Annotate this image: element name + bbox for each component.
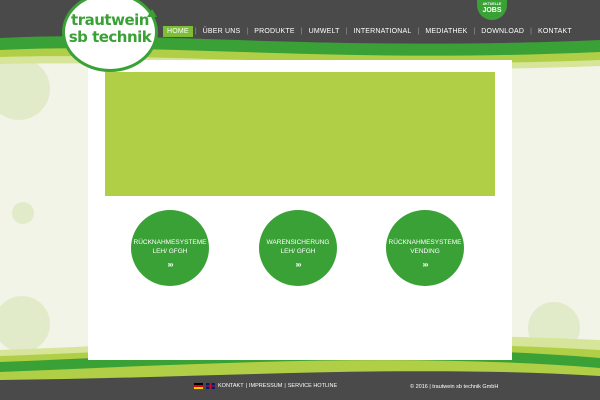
- nav-item-produkte[interactable]: PRODUKTE: [250, 26, 299, 37]
- footer-link-service-hotline[interactable]: SERVICE HOTLINE: [288, 383, 337, 389]
- jobs-badge-label: JOBS: [482, 6, 502, 14]
- german-flag-icon[interactable]: [194, 383, 203, 389]
- tile-title: RÜCKNAHMESYSTEME: [133, 239, 207, 246]
- tile-subtitle: LEH/ GFGH: [152, 248, 188, 255]
- logo-arrow-icon: [147, 9, 157, 17]
- tile-warensicherung[interactable]: WARENSICHERUNG LEH/ GFGH ›››: [259, 210, 337, 286]
- tile-title: WARENSICHERUNG: [266, 239, 330, 246]
- nav-item-download[interactable]: DOWNLOAD: [477, 26, 528, 37]
- tile-ruecknahmesysteme-vending[interactable]: RÜCKNAHMESYSTEME VENDING ›››: [386, 210, 464, 286]
- arrows-icon: ›››: [422, 260, 429, 269]
- tile-subtitle: VENDING: [410, 248, 440, 255]
- footer-link-kontakt[interactable]: KONTAKT: [218, 383, 244, 389]
- arrows-icon: ›››: [167, 260, 174, 269]
- footer-links: KONTAKT | IMPRESSUM | SERVICE HOTLINE: [194, 383, 337, 389]
- uk-flag-icon[interactable]: [206, 383, 215, 389]
- nav-item-umwelt[interactable]: UMWELT: [305, 26, 344, 37]
- nav-item-kontakt[interactable]: KONTAKT: [534, 26, 576, 37]
- hero-banner: [105, 72, 495, 196]
- logo-text-line1: trautwein: [71, 11, 149, 29]
- copyright-text: © 2016 | trautwein sb technik GmbH: [410, 384, 499, 390]
- footer-link-impressum[interactable]: IMPRESSUM: [249, 383, 282, 389]
- tile-subtitle: LEH/ GFGH: [280, 248, 316, 255]
- logo-text-line2: sb technik: [68, 28, 152, 46]
- arrows-icon: ›››: [295, 260, 302, 269]
- main-navigation: HOME | ÜBER UNS | PRODUKTE | UMWELT | IN…: [163, 26, 576, 37]
- nav-item-ueber-uns[interactable]: ÜBER UNS: [199, 26, 245, 37]
- tile-ruecknahmesysteme-leh[interactable]: RÜCKNAHMESYSTEME LEH/ GFGH ›››: [131, 210, 209, 286]
- nav-item-home[interactable]: HOME: [163, 26, 193, 37]
- nav-item-mediathek[interactable]: MEDIATHEK: [421, 26, 471, 37]
- tile-title: RÜCKNAHMESYSTEME: [388, 239, 462, 246]
- nav-item-international[interactable]: INTERNATIONAL: [349, 26, 415, 37]
